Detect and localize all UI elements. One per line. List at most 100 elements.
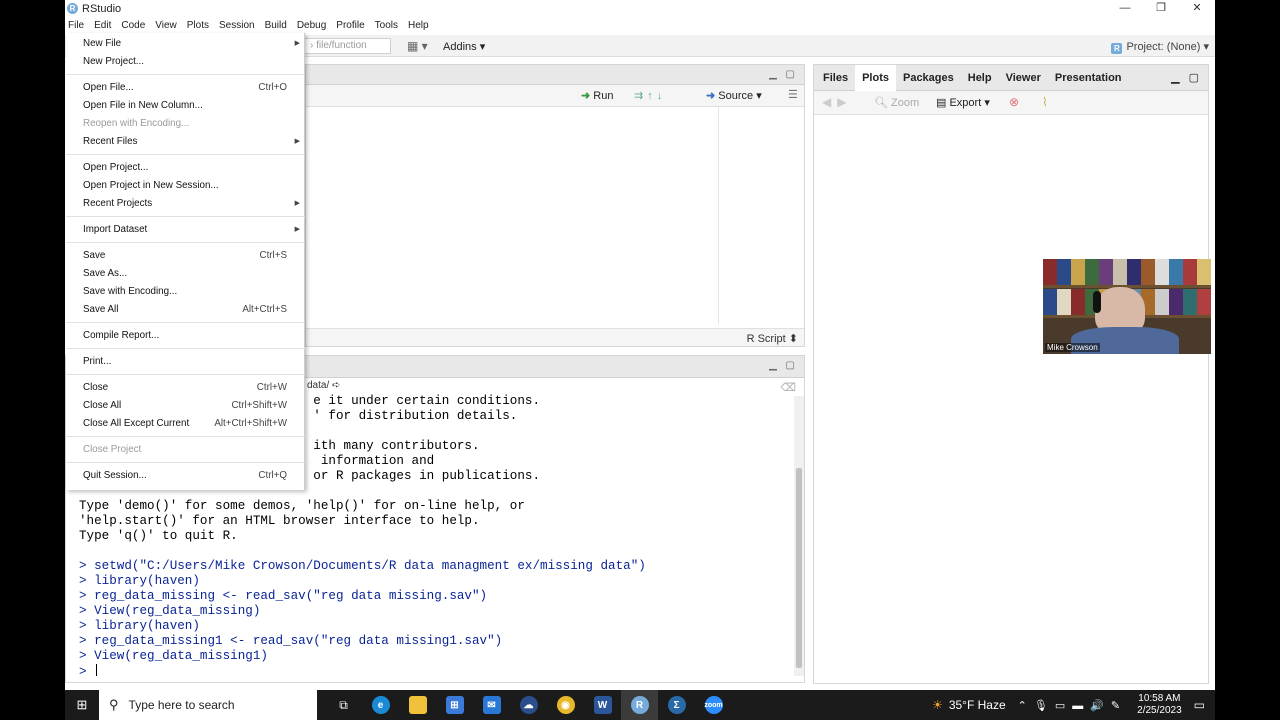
- project-button[interactable]: R Project: (None) ▾: [1111, 40, 1209, 54]
- maximize-button[interactable]: ❐: [1143, 0, 1179, 17]
- menu-item-compile-report[interactable]: Compile Report...: [66, 327, 305, 345]
- menu-session[interactable]: Session: [214, 20, 260, 31]
- chrome-icon[interactable]: ◉: [547, 690, 584, 720]
- word-icon[interactable]: W: [584, 690, 621, 720]
- source-button[interactable]: ➜ Source ▾: [706, 89, 762, 102]
- menu-tools[interactable]: Tools: [370, 20, 403, 31]
- margin-line: [718, 107, 719, 324]
- pane-minmax-icons[interactable]: ▁ ▢: [769, 360, 798, 371]
- file-explorer-icon[interactable]: [399, 690, 436, 720]
- remove-plot-icon[interactable]: ⊗: [1009, 95, 1019, 109]
- goto-file-function-input[interactable]: › file/function: [295, 38, 391, 54]
- menu-item-save[interactable]: Save Ctrl+S: [66, 247, 305, 265]
- back-forward-icons[interactable]: ◀▶: [822, 95, 852, 109]
- tray-icons[interactable]: ⌃🎙▭▬🔊✎: [1018, 699, 1128, 712]
- menu-separator: [66, 348, 305, 349]
- outline-icon[interactable]: ☰: [788, 88, 798, 101]
- workspace-panes-button[interactable]: ▦ ▾: [407, 39, 437, 53]
- taskbar-clock[interactable]: 10:58 AM 2/25/2023: [1137, 693, 1182, 717]
- pane-minmax-icons[interactable]: ▁ ▢: [1171, 71, 1202, 84]
- search-icon: ⚲: [109, 697, 119, 712]
- tab-plots[interactable]: Plots: [855, 64, 896, 91]
- menu-item-save-as[interactable]: Save As...: [66, 265, 305, 283]
- menu-item-save-all[interactable]: Save All Alt+Ctrl+S: [66, 301, 305, 319]
- tab-presentation[interactable]: Presentation: [1048, 72, 1129, 84]
- menu-item-save-with-encoding[interactable]: Save with Encoding...: [66, 283, 305, 301]
- windows-start-button[interactable]: ⊞: [65, 690, 99, 720]
- menu-item-import-dataset[interactable]: Import Dataset ▶: [66, 221, 305, 239]
- menu-item-label: Open Project in New Session...: [83, 180, 219, 191]
- tab-help[interactable]: Help: [961, 72, 999, 84]
- app-cloud-icon[interactable]: ☁: [510, 690, 547, 720]
- mail-icon[interactable]: ✉: [473, 690, 510, 720]
- menu-item-close[interactable]: Close Ctrl+W: [66, 379, 305, 397]
- folder-glyph: [408, 696, 427, 714]
- menu-item-reopen-with-encoding: Reopen with Encoding...: [66, 115, 305, 133]
- weather-widget[interactable]: ☀ 35°F Haze: [932, 698, 1006, 712]
- notification-icon[interactable]: ▭: [1194, 698, 1205, 712]
- taskbar-search-box[interactable]: ⚲ Type here to search: [99, 690, 317, 720]
- task-view-icon[interactable]: ⧉: [325, 690, 362, 720]
- console-command-line: > reg_data_missing1 <- read_sav("reg dat…: [79, 634, 503, 648]
- menu-view[interactable]: View: [150, 20, 182, 31]
- menu-item-new-project[interactable]: New Project...: [66, 53, 305, 71]
- menu-debug[interactable]: Debug: [292, 20, 331, 31]
- pane-minmax-icons[interactable]: ▁ ▢: [769, 69, 798, 80]
- store-icon[interactable]: ⊞: [436, 690, 473, 720]
- export-icon: ▤: [936, 97, 947, 109]
- tab-viewer[interactable]: Viewer: [999, 72, 1048, 84]
- search-placeholder: Type here to search: [128, 698, 235, 712]
- console-prompt[interactable]: >: [79, 664, 794, 680]
- rstudio-logo-icon: R: [67, 3, 78, 14]
- file-type-selector[interactable]: R Script ⬍: [747, 332, 798, 345]
- magnifier-icon: 🔍︎: [874, 97, 888, 109]
- menu-plots[interactable]: Plots: [182, 20, 214, 31]
- tab-files[interactable]: Files: [816, 72, 855, 84]
- submenu-arrow-icon: ▶: [294, 138, 300, 145]
- minimize-button[interactable]: —: [1107, 0, 1143, 17]
- close-window-button[interactable]: ✕: [1179, 0, 1215, 17]
- console-scrollbar[interactable]: [794, 396, 804, 676]
- menu-help[interactable]: Help: [403, 20, 434, 31]
- menu-item-open-project-in-new-session[interactable]: Open Project in New Session...: [66, 177, 305, 195]
- menu-item-recent-files[interactable]: Recent Files ▶: [66, 133, 305, 151]
- menu-edit[interactable]: Edit: [89, 20, 116, 31]
- clock-date: 2/25/2023: [1137, 705, 1182, 716]
- menu-item-shortcut: Ctrl+W: [256, 382, 287, 393]
- menu-item-shortcut: Alt+Ctrl+S: [242, 304, 287, 315]
- menu-profile[interactable]: Profile: [331, 20, 369, 31]
- clear-console-icon[interactable]: ⌫: [780, 381, 796, 394]
- export-button[interactable]: ▤ Export ▾: [936, 96, 990, 109]
- menu-item-open-file[interactable]: Open File... Ctrl+O: [66, 79, 305, 97]
- zoom-app-icon[interactable]: zoom: [695, 690, 732, 720]
- menu-item-quit-session[interactable]: Quit Session... Ctrl+Q: [66, 467, 305, 485]
- source-label: Source: [718, 90, 754, 102]
- sigma-app-icon[interactable]: Σ: [658, 690, 695, 720]
- edge-icon[interactable]: e: [362, 690, 399, 720]
- console-command-line: > View(reg_data_missing): [79, 604, 261, 618]
- window-title: RStudio: [82, 2, 122, 15]
- scrollbar-thumb[interactable]: [796, 468, 802, 668]
- broom-icon[interactable]: ⌇: [1042, 95, 1048, 109]
- run-button[interactable]: ➜ Run: [581, 89, 613, 102]
- addins-button[interactable]: Addins ▾: [443, 40, 485, 53]
- menu-item-close-all[interactable]: Close All Ctrl+Shift+W: [66, 397, 305, 415]
- menu-item-label: Save As...: [83, 268, 128, 279]
- menu-build[interactable]: Build: [260, 20, 292, 31]
- rerun-chunk-icons[interactable]: ⇉↑↓: [634, 89, 666, 102]
- project-icon: R: [1111, 43, 1123, 54]
- menu-item-open-file-in-new-column[interactable]: Open File in New Column...: [66, 97, 305, 115]
- menu-item-label: Close Project: [83, 444, 142, 455]
- console-command-line: > setwd("C:/Users/Mike Crowson/Documents…: [79, 559, 646, 573]
- menu-item-print[interactable]: Print...: [66, 353, 305, 371]
- menu-file[interactable]: File: [65, 20, 89, 31]
- rstudio-taskbar-icon[interactable]: R: [621, 690, 658, 720]
- menu-item-close-all-except-current[interactable]: Close All Except Current Alt+Ctrl+Shift+W: [66, 415, 305, 433]
- menu-item-recent-projects[interactable]: Recent Projects ▶: [66, 195, 305, 213]
- tab-packages[interactable]: Packages: [896, 72, 961, 84]
- menu-item-new-file[interactable]: New File ▶: [66, 35, 305, 53]
- zoom-button[interactable]: 🔍︎ Zoom: [874, 96, 919, 109]
- menu-code[interactable]: Code: [116, 20, 150, 31]
- working-directory-path[interactable]: data/ ➪: [307, 380, 340, 391]
- menu-item-open-project[interactable]: Open Project...: [66, 159, 305, 177]
